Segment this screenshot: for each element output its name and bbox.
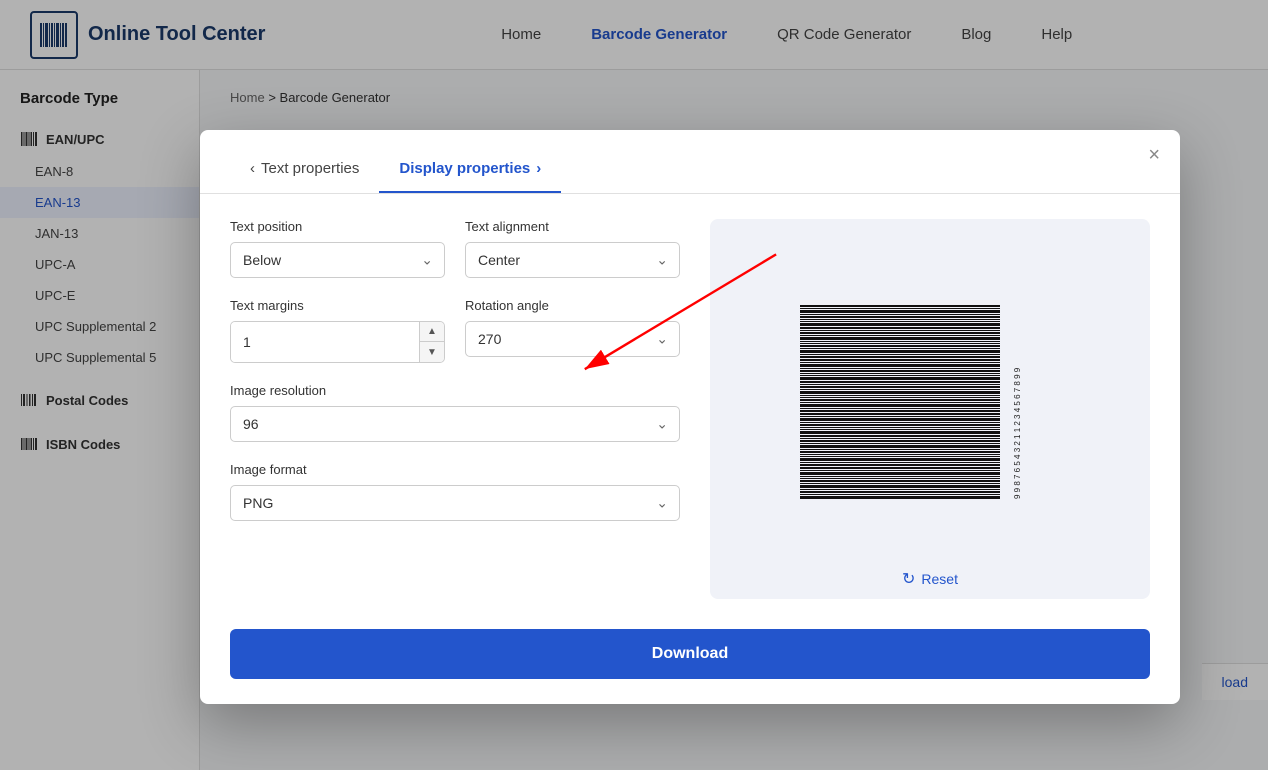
modal-body: Text position Below Above Hidden Text al… [200, 194, 1180, 624]
text-margins-decrement[interactable]: ▼ [420, 342, 444, 362]
text-position-select[interactable]: Below Above Hidden [230, 242, 445, 278]
text-alignment-group: Text alignment Center Left Right [465, 219, 680, 278]
text-alignment-label: Text alignment [465, 219, 680, 234]
reset-button[interactable]: ↻ Reset [882, 559, 978, 599]
rotation-angle-select[interactable]: 0 90 180 270 [465, 321, 680, 357]
rotation-angle-group: Rotation angle 0 90 180 270 [465, 298, 680, 363]
background-page: Online Tool Center Home Barcode Generato… [0, 0, 1268, 770]
form-row-1: Text position Below Above Hidden Text al… [230, 219, 680, 278]
rotation-angle-label: Rotation angle [465, 298, 680, 313]
image-format-select[interactable]: PNG JPEG SVG EPS [230, 485, 680, 521]
image-resolution-select[interactable]: 72 96 150 300 [230, 406, 680, 442]
text-margins-label: Text margins [230, 298, 445, 313]
form-row-3: Image resolution 72 96 150 300 [230, 383, 680, 442]
image-format-label: Image format [230, 462, 680, 477]
chevron-right-icon: › [536, 160, 541, 177]
tab-text-properties[interactable]: ‹ Text properties [230, 150, 379, 193]
reset-label: Reset [921, 571, 958, 587]
rotation-angle-select-wrapper: 0 90 180 270 [465, 321, 680, 357]
image-format-select-wrapper: PNG JPEG SVG EPS [230, 485, 680, 521]
text-alignment-select[interactable]: Center Left Right [465, 242, 680, 278]
modal-dialog: ‹ Text properties Display properties › ×… [200, 130, 1180, 704]
download-button[interactable]: Download [230, 629, 1150, 679]
modal-close-button[interactable]: × [1148, 145, 1160, 165]
text-margins-increment[interactable]: ▲ [420, 322, 444, 342]
modal-tabs: ‹ Text properties Display properties › [230, 150, 561, 193]
form-area: Text position Below Above Hidden Text al… [230, 219, 680, 599]
image-format-group: Image format PNG JPEG SVG EPS [230, 462, 680, 521]
svg-text:9 9 8 7 6 5 4 3 2 1 1 2 3 4 5: 9 9 8 7 6 5 4 3 2 1 1 2 3 4 5 6 7 8 9 9 [1013, 367, 1022, 499]
modal-header: ‹ Text properties Display properties › × [200, 130, 1180, 194]
text-margins-group: Text margins ▲ ▼ [230, 298, 445, 363]
image-resolution-group: Image resolution 72 96 150 300 [230, 383, 680, 442]
tab-display-properties[interactable]: Display properties › [379, 150, 561, 193]
form-row-2: Text margins ▲ ▼ Rotation angle [230, 298, 680, 363]
form-row-4: Image format PNG JPEG SVG EPS [230, 462, 680, 521]
text-margins-spinners: ▲ ▼ [419, 322, 444, 362]
text-margins-input-wrapper: ▲ ▼ [230, 321, 445, 363]
text-position-select-wrapper: Below Above Hidden [230, 242, 445, 278]
text-position-group: Text position Below Above Hidden [230, 219, 445, 278]
tab-display-properties-label: Display properties [399, 160, 530, 177]
barcode-svg: 9 9 8 7 6 5 4 3 2 1 1 2 3 4 5 6 7 8 9 9 [780, 249, 1080, 529]
image-resolution-label: Image resolution [230, 383, 680, 398]
tab-text-properties-label: Text properties [261, 160, 359, 177]
chevron-left-icon: ‹ [250, 160, 255, 177]
text-position-label: Text position [230, 219, 445, 234]
preview-area: 9 9 8 7 6 5 4 3 2 1 1 2 3 4 5 6 7 8 9 9 … [710, 219, 1150, 599]
text-margins-input[interactable] [231, 322, 419, 362]
barcode-preview: 9 9 8 7 6 5 4 3 2 1 1 2 3 4 5 6 7 8 9 9 [710, 219, 1150, 559]
image-resolution-select-wrapper: 72 96 150 300 [230, 406, 680, 442]
reset-icon: ↻ [902, 569, 915, 589]
text-alignment-select-wrapper: Center Left Right [465, 242, 680, 278]
